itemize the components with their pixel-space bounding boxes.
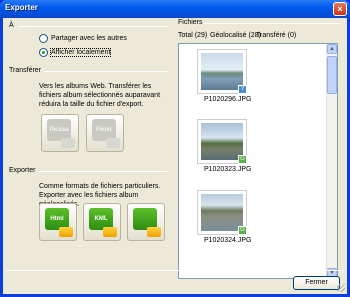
radio-share[interactable] [39,34,48,43]
title-bar[interactable]: Exporter × [0,0,350,18]
divider [18,26,168,27]
stat-geolocated: Géolocalisé (28) [210,32,261,39]
divider [39,171,168,172]
upload-arrow-icon [61,138,75,148]
divider [6,270,344,271]
divider [203,23,339,24]
resize-grip-icon[interactable] [337,284,345,292]
close-button[interactable]: × [333,2,347,16]
divider [43,71,168,72]
scrollbar-thumb[interactable] [327,56,337,94]
question-icon: ? [238,85,247,94]
window-title: Exporter [5,3,38,12]
export-arrow-icon [59,227,73,237]
section-heading-transferer: Transférer [9,67,42,74]
close-dialog-button[interactable]: Fermer [293,276,340,290]
folder-export-button[interactable] [127,203,165,241]
transferer-description: Vers les albums Web. Transférer les fich… [39,83,161,108]
file-name: P1020323.JPG [204,166,252,173]
file-name: P1020296.JPG [204,96,252,103]
file-list[interactable]: ? P1020296.JPG G P1020323.JPG G P1020324… [178,43,338,279]
stat-transferred: Transféré (0) [256,32,297,39]
photo-thumbnail [201,53,243,90]
scroll-up-icon[interactable]: ▲ [327,44,337,54]
file-name: P1020324.JPG [204,237,252,244]
radio-show-local[interactable] [39,48,48,57]
section-heading-exporter: Exporter [9,167,36,174]
radio-share-label[interactable]: Partager avec les autres [51,35,127,42]
vertical-scrollbar[interactable]: ▲ ▼ [326,44,337,278]
list-item[interactable]: ? [197,49,247,94]
photo-thumbnail [201,194,243,231]
section-heading-a: À [9,22,14,29]
geotag-icon: G [238,155,247,164]
export-arrow-icon [147,227,161,237]
section-heading-fichiers: Fichiers [178,19,203,26]
photo-thumbnail [201,123,243,160]
export-dialog: Exporter × À Partager avec les autres Af… [0,0,350,297]
stat-total: Total (29) [178,32,208,39]
list-item[interactable]: G [197,119,247,164]
list-item[interactable]: G [197,190,247,235]
flickr-upload-button[interactable]: Flickr [86,114,124,152]
picasa-upload-button[interactable]: Picasa [41,114,79,152]
kml-export-button[interactable]: KML [83,203,121,241]
geotag-icon: G [238,226,247,235]
export-arrow-icon [103,227,117,237]
upload-arrow-icon [106,138,120,148]
html-export-button[interactable]: Html [39,203,77,241]
radio-show-local-label[interactable]: Afficher localement [49,48,112,57]
